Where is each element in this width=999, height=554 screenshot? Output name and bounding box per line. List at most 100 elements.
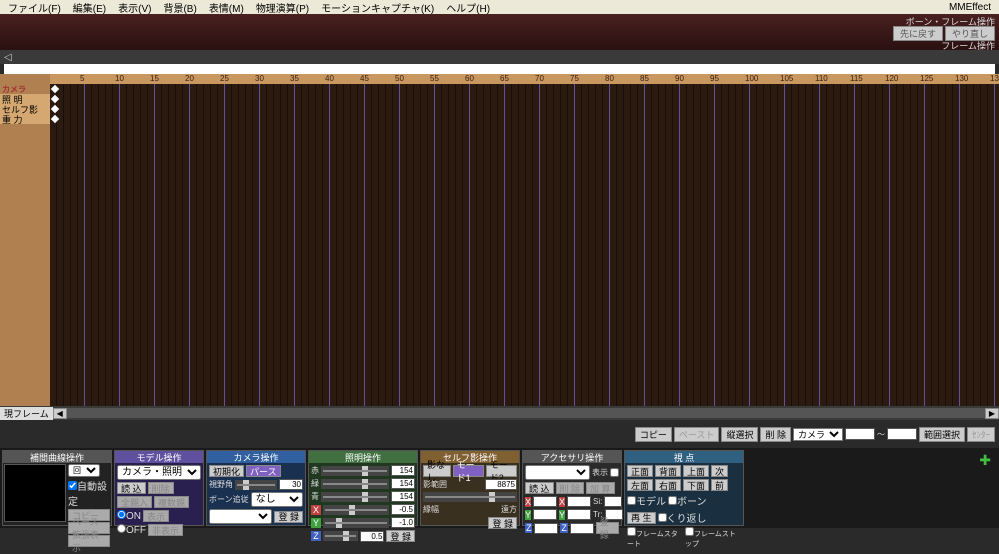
keyframe-icon[interactable] — [51, 105, 59, 113]
light-z-value[interactable]: 0.5 — [360, 531, 384, 542]
undo-button[interactable]: 先に戻す — [893, 26, 943, 41]
camera-init-button[interactable]: 初期化 — [209, 465, 244, 477]
camera-selector[interactable]: カメラ — [793, 428, 843, 441]
view-front-button[interactable]: 正面 — [627, 465, 653, 477]
interp-auto-checkbox[interactable] — [68, 481, 77, 490]
view-model-checkbox[interactable] — [627, 496, 636, 505]
acc-x-input[interactable] — [533, 496, 557, 507]
timeline-ruler[interactable]: 5101520253035404550556065707580859095100… — [50, 74, 999, 84]
light-y-slider[interactable] — [323, 518, 389, 528]
shadow-register-button[interactable]: 登 録 — [488, 517, 517, 529]
timeline-body[interactable] — [50, 84, 999, 406]
range-to-input[interactable] — [887, 428, 917, 440]
camera-persp-button[interactable]: パース — [246, 465, 281, 477]
unselect-button[interactable]: ｾﾝﾀｰ — [967, 427, 995, 442]
delete-button[interactable]: 削 除 — [760, 427, 791, 442]
timeline-grid[interactable]: 5101520253035404550556065707580859095100… — [50, 74, 999, 406]
shadow-off-button[interactable]: 影なし — [423, 465, 451, 477]
acc-visible-checkbox[interactable] — [610, 468, 619, 477]
acc-y-input[interactable] — [533, 509, 557, 520]
menu-view[interactable]: 表示(V) — [112, 0, 157, 15]
scroll-left-button[interactable]: ◀ — [53, 408, 67, 419]
timeline-scrollbar[interactable] — [67, 408, 985, 418]
acc-rz-input[interactable] — [570, 523, 594, 534]
light-b-slider[interactable] — [321, 492, 389, 502]
range-select-button[interactable]: 範囲選択 — [919, 427, 965, 442]
view-bottom-button[interactable]: 下面 — [683, 479, 709, 491]
frame-stop-checkbox[interactable] — [685, 527, 694, 536]
light-g-value[interactable]: 154 — [391, 478, 415, 489]
track-gravity[interactable]: 重 力 — [0, 114, 50, 124]
light-z-slider[interactable] — [323, 531, 358, 541]
keyframe-icon[interactable] — [51, 115, 59, 123]
model-on-radio[interactable] — [117, 510, 126, 519]
menu-edit[interactable]: 編集(E) — [67, 0, 112, 15]
interp-axis-select[interactable]: 回 転 — [68, 464, 100, 477]
view-left-button[interactable]: 左面 — [627, 479, 653, 491]
interp-expand-button[interactable]: 拡張表示 — [68, 535, 110, 547]
model-delete-button[interactable]: 削除 — [148, 482, 174, 494]
menu-help[interactable]: ヘルプ(H) — [440, 0, 496, 15]
acc-delete-button[interactable]: 削 除 — [556, 482, 585, 494]
view-prev-button[interactable]: 前 — [711, 479, 728, 491]
add-icon[interactable]: ✚ — [979, 452, 991, 469]
model-load-button[interactable]: 読 込 — [117, 482, 146, 494]
camera-bone-select[interactable]: なし — [251, 492, 303, 507]
acc-selector[interactable] — [525, 465, 590, 480]
keyframe-icon[interactable] — [51, 85, 59, 93]
camera-register-button[interactable]: 登 録 — [274, 511, 303, 523]
acc-load-button[interactable]: 読 込 — [525, 482, 554, 494]
acc-ry-input[interactable] — [567, 509, 591, 520]
shadow-range-slider[interactable] — [423, 492, 517, 502]
view-back-button[interactable]: 背面 — [655, 465, 681, 477]
camera-fov-value[interactable]: 30 — [279, 479, 303, 490]
scroll-right-button[interactable]: ▶ — [985, 408, 999, 419]
model-selector[interactable]: カメラ・照明・アクセサリ — [117, 465, 201, 480]
acc-z-input[interactable] — [534, 523, 558, 534]
light-x-slider[interactable] — [323, 505, 389, 515]
camera-bone-select-2[interactable] — [209, 509, 272, 524]
play-button[interactable]: 再 生 — [627, 512, 656, 524]
shadow-mode1-button[interactable]: モード1 — [453, 465, 484, 477]
menu-physics[interactable]: 物理演算(P) — [250, 0, 315, 15]
model-multi-button[interactable]: 複数親 — [154, 496, 189, 508]
camera-fov-slider[interactable] — [235, 480, 277, 490]
light-g-slider[interactable] — [321, 479, 389, 489]
repeat-checkbox[interactable] — [658, 513, 667, 522]
model-visible-button[interactable]: 表示 — [143, 510, 169, 522]
acc-register-button[interactable]: 登 録 — [596, 522, 619, 534]
interp-paste-button[interactable]: ペースト — [68, 522, 110, 534]
light-register-button[interactable]: 登 録 — [386, 530, 415, 542]
menu-mmeffect[interactable]: MMEffect — [943, 2, 997, 13]
current-frame-label: 現フレーム — [0, 407, 53, 420]
model-off-radio[interactable] — [117, 524, 126, 533]
menu-expression[interactable]: 表情(M) — [203, 0, 250, 15]
interp-curve-canvas[interactable] — [4, 464, 66, 522]
model-zenshin-button[interactable]: 全親入 — [117, 496, 152, 508]
shadow-mode2-button[interactable]: モード2 — [486, 465, 517, 477]
model-hidden-button[interactable]: 非表示 — [148, 524, 183, 536]
acc-add-button[interactable]: 加 算 — [586, 482, 615, 494]
shadow-range-value[interactable]: 8875 — [485, 479, 517, 490]
view-right-button[interactable]: 右面 — [655, 479, 681, 491]
light-y-value[interactable]: -1.0 — [391, 517, 415, 528]
range-from-input[interactable] — [845, 428, 875, 440]
copy-button[interactable]: コピー — [635, 427, 672, 442]
light-x-value[interactable]: -0.5 — [391, 504, 415, 515]
view-next-button[interactable]: 次 — [711, 465, 728, 477]
paste-button[interactable]: ペースト — [674, 427, 720, 442]
menu-background[interactable]: 背景(B) — [157, 0, 202, 15]
view-top-button[interactable]: 上面 — [683, 465, 709, 477]
menu-file[interactable]: ファイル(F) — [2, 0, 67, 15]
keyframe-icon[interactable] — [51, 95, 59, 103]
view-bone-checkbox[interactable] — [668, 496, 677, 505]
acc-rx-input[interactable] — [567, 496, 591, 507]
light-r-slider[interactable] — [321, 466, 389, 476]
light-b-value[interactable]: 154 — [391, 491, 415, 502]
acc-si-input[interactable] — [604, 496, 622, 507]
light-r-value[interactable]: 154 — [391, 465, 415, 476]
column-select-button[interactable]: 縦選択 — [721, 427, 758, 442]
menu-mocap[interactable]: モーションキャプチャ(K) — [315, 0, 440, 15]
frame-start-checkbox[interactable] — [627, 527, 636, 536]
collapse-bar[interactable]: ◁ — [0, 50, 999, 64]
